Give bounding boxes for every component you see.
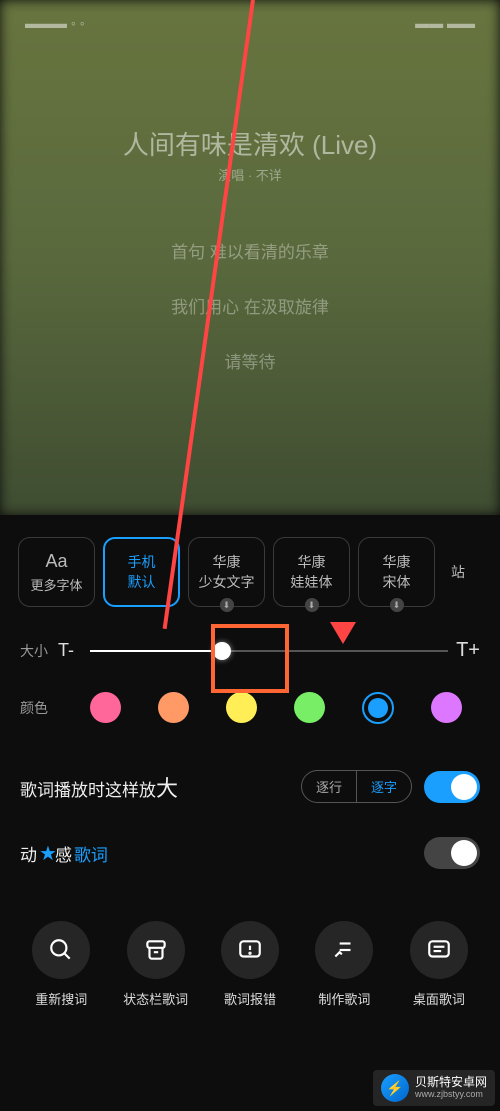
font-selector-row: Aa 更多字体 手机 默认 华康 少女文字 ⬇ 华康 娃娃体 ⬇ 华康 宋体 ⬇… bbox=[15, 537, 485, 607]
color-swatches bbox=[90, 692, 462, 724]
size-increase[interactable]: T+ bbox=[454, 639, 480, 662]
edit-icon bbox=[315, 921, 373, 979]
zoom-mode-segment: 逐行 逐字 bbox=[301, 770, 412, 803]
action-report-error[interactable]: 歌词报错 bbox=[204, 921, 296, 1008]
color-blue[interactable] bbox=[362, 692, 394, 724]
download-icon: ⬇ bbox=[220, 598, 234, 612]
action-make-lyrics[interactable]: 制作歌词 bbox=[298, 921, 390, 1008]
color-orange[interactable] bbox=[158, 692, 189, 723]
more-fonts-button[interactable]: Aa 更多字体 bbox=[18, 537, 95, 607]
desktop-icon bbox=[410, 921, 468, 979]
download-icon: ⬇ bbox=[390, 598, 404, 612]
color-row: 颜色 bbox=[15, 692, 485, 724]
alert-icon bbox=[221, 921, 279, 979]
color-purple[interactable] bbox=[431, 692, 462, 723]
pill-by-line[interactable]: 逐行 bbox=[302, 771, 357, 802]
watermark-url: www.zjbstyy.com bbox=[415, 1090, 487, 1100]
size-label: 大小 bbox=[20, 641, 58, 661]
watermark-name: 贝斯特安卓网 bbox=[415, 1076, 487, 1089]
color-pink[interactable] bbox=[90, 692, 121, 723]
size-slider[interactable] bbox=[90, 650, 448, 652]
action-statusbar-lyrics[interactable]: 状态栏歌词 bbox=[109, 921, 201, 1008]
slider-fill bbox=[90, 650, 222, 652]
dynamic-toggle[interactable] bbox=[424, 837, 480, 869]
color-label: 颜色 bbox=[20, 698, 58, 718]
search-icon bbox=[32, 921, 90, 979]
lyrics-settings-panel: Aa 更多字体 手机 默认 华康 少女文字 ⬇ 华康 娃娃体 ⬇ 华康 宋体 ⬇… bbox=[0, 515, 500, 1111]
blurred-lyrics: 首句 难以看清的乐章 我们用心 在汲取旋律 请等待 bbox=[0, 225, 500, 390]
font-size-row: 大小 T- T+ bbox=[15, 639, 485, 662]
song-title: 人间有味是清欢 (Live) bbox=[0, 125, 500, 162]
song-artist: 演唱 · 不详 bbox=[0, 165, 500, 184]
zoom-option-row: 歌词播放时这样放大 逐行 逐字 bbox=[15, 758, 485, 815]
action-buttons-row: 重新搜词 状态栏歌词 歌词报错 制作歌词 桌面歌词 bbox=[15, 911, 485, 1008]
size-decrease[interactable]: T- bbox=[58, 640, 84, 661]
archive-icon bbox=[127, 921, 185, 979]
pill-by-char[interactable]: 逐字 bbox=[357, 771, 411, 802]
slider-thumb[interactable] bbox=[213, 642, 231, 660]
toggle-thumb bbox=[451, 774, 477, 800]
font-option-shaonv[interactable]: 华康 少女文字 ⬇ bbox=[188, 537, 265, 607]
dynamic-lyrics-row: 动★感歌词 bbox=[15, 825, 485, 881]
action-research[interactable]: 重新搜词 bbox=[15, 921, 107, 1008]
font-option-partial[interactable]: 站 bbox=[443, 537, 473, 607]
annotation-arrow-head bbox=[330, 622, 356, 644]
color-green[interactable] bbox=[294, 692, 325, 723]
color-yellow[interactable] bbox=[226, 692, 257, 723]
watermark-logo-icon: ⚡ bbox=[381, 1074, 409, 1102]
aa-icon: Aa bbox=[45, 551, 67, 572]
toggle-thumb bbox=[451, 840, 477, 866]
action-desktop-lyrics[interactable]: 桌面歌词 bbox=[393, 921, 485, 1008]
font-option-wawa[interactable]: 华康 娃娃体 ⬇ bbox=[273, 537, 350, 607]
download-icon: ⬇ bbox=[305, 598, 319, 612]
zoom-toggle[interactable] bbox=[424, 771, 480, 803]
font-option-song[interactable]: 华康 宋体 ⬇ bbox=[358, 537, 435, 607]
watermark: ⚡ 贝斯特安卓网 www.zjbstyy.com bbox=[373, 1070, 495, 1106]
zoom-option-label: 歌词播放时这样放大 bbox=[20, 771, 301, 803]
dynamic-lyrics-label: 动★感歌词 bbox=[20, 841, 424, 866]
